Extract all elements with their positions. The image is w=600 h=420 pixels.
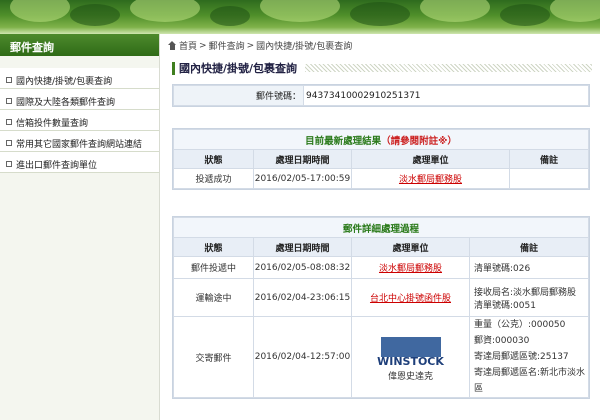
detail-status: 交寄郵件 xyxy=(173,316,254,398)
detail-status: 郵件投遞中 xyxy=(173,256,254,279)
latest-datetime: 2016/02/05-17:00:59 xyxy=(253,168,352,189)
sidebar-item-label: 信箱投件數量查詢 xyxy=(16,118,89,129)
sidebar-item-foreign-links[interactable]: 常用其它國家郵件查詢網站連結 xyxy=(0,131,159,152)
latest-result-note[interactable]: （請參閱附註※） xyxy=(381,136,457,147)
watermark-sub: 偉恩史達克 xyxy=(387,372,433,382)
table-row: 運輸途中 2016/02/04-23:06:15 台北中心掛號函件股 接收局名:… xyxy=(173,278,589,317)
col-header-unit: 處理單位 xyxy=(351,237,470,257)
detail-datetime: 2016/02/04-12:57:00 xyxy=(253,316,352,398)
sidebar-item-import-export[interactable]: 進出口郵件查詢單位 xyxy=(0,152,159,173)
breadcrumb-separator: > xyxy=(199,40,207,51)
detail-status: 運輸途中 xyxy=(173,278,254,317)
home-icon xyxy=(168,41,177,50)
detail-datetime: 2016/02/05-08:08:32 xyxy=(253,256,352,279)
detail-remark-line: 寄達局郵遞區號:25137 xyxy=(474,352,569,362)
detail-unit-link[interactable]: 台北中心掛號函件股 xyxy=(370,294,451,304)
detail-remark: 清單號碼:026 xyxy=(469,256,589,279)
latest-result-row: 投遞成功 2016/02/05-17:00:59 淡水郵局郵務股 xyxy=(173,168,589,189)
mail-number-label: 郵件號碼： xyxy=(173,85,304,106)
top-banner xyxy=(0,0,600,34)
col-header-remark: 備註 xyxy=(469,237,589,257)
detail-unit-link[interactable]: 淡水郵局郵務股 xyxy=(379,264,442,274)
breadcrumb-home[interactable]: 首頁 xyxy=(179,39,197,52)
detail-unit-cell: WINSTOCK 偉恩史達克 xyxy=(351,316,470,398)
sidebar-menu: 國內快捷/掛號/包裹查詢 國際及大陸各類郵件查詢 信箱投件數量查詢 常用其它國家… xyxy=(0,68,159,173)
detail-remark-line: 重量（公克）:000050 xyxy=(474,320,566,330)
page-title-text: 國內快捷/掛號/包裹查詢 xyxy=(179,62,298,75)
col-header-status: 狀態 xyxy=(173,149,254,169)
col-header-status: 狀態 xyxy=(173,237,254,257)
col-header-unit: 處理單位 xyxy=(351,149,510,169)
title-hatch-decoration xyxy=(305,64,592,72)
square-bullet-icon xyxy=(6,161,12,167)
latest-status: 投遞成功 xyxy=(173,168,254,189)
breadcrumb-level2: 國內快捷/掛號/包裹查詢 xyxy=(256,42,353,52)
col-header-datetime: 處理日期時間 xyxy=(253,149,352,169)
detail-datetime: 2016/02/04-23:06:15 xyxy=(253,278,352,317)
col-header-datetime: 處理日期時間 xyxy=(253,237,352,257)
table-row: 郵件投遞中 2016/02/05-08:08:32 淡水郵局郵務股 清單號碼:0… xyxy=(173,256,589,279)
detail-remark: 重量（公克）:000050 郵資:000030 寄達局郵遞區號:25137 寄達… xyxy=(469,316,589,398)
breadcrumb-level1[interactable]: 郵件查詢 xyxy=(209,39,245,52)
sidebar: 郵件查詢 國內快捷/掛號/包裹查詢 國際及大陸各類郵件查詢 信箱投件數量查詢 常… xyxy=(0,34,160,420)
sidebar-title: 郵件查詢 xyxy=(0,34,159,56)
detail-remark-line: 寄達局郵遞區名:新北市淡水區 xyxy=(474,368,586,394)
breadcrumb-separator: > xyxy=(246,40,255,51)
main-content: 首頁 > 郵件查詢 > 國內快捷/掛號/包裹查詢 國內快捷/掛號/包裹查詢 郵件… xyxy=(168,34,600,420)
sidebar-item-mailbox-count[interactable]: 信箱投件數量查詢 xyxy=(0,110,159,131)
detail-remark-line: 郵資:000030 xyxy=(474,336,530,346)
latest-result-title: 目前最新處理結果（請參閱附註※） xyxy=(173,129,589,150)
winstock-watermark-logo: WINSTOCK 偉恩史達克 xyxy=(371,333,451,383)
square-bullet-icon xyxy=(6,119,12,125)
latest-remark xyxy=(509,168,589,189)
sidebar-item-label: 國內快捷/掛號/包裹查詢 xyxy=(16,76,113,87)
detail-remark-line: 清單號碼:0051 xyxy=(474,300,536,311)
detail-remark: 接收局名:淡水郵局郵務股 清單號碼:0051 xyxy=(469,278,589,317)
mail-number-panel: 郵件號碼： 94373410002910251371 xyxy=(172,84,590,107)
breadcrumb: 首頁 > 郵件查詢 > 國內快捷/掛號/包裹查詢 xyxy=(168,39,352,52)
sidebar-item-domestic-tracking[interactable]: 國內快捷/掛號/包裹查詢 xyxy=(0,68,159,89)
sidebar-item-label: 國際及大陸各類郵件查詢 xyxy=(16,97,116,108)
title-accent-bar xyxy=(172,61,175,75)
sidebar-item-international-tracking[interactable]: 國際及大陸各類郵件查詢 xyxy=(0,89,159,110)
square-bullet-icon xyxy=(6,98,12,104)
sidebar-item-label: 進出口郵件查詢單位 xyxy=(16,160,98,171)
mail-number-value: 94373410002910251371 xyxy=(303,85,589,106)
watermark-brand: WINSTOCK xyxy=(377,355,444,368)
square-bullet-icon xyxy=(6,140,12,146)
latest-result-title-text: 目前最新處理結果 xyxy=(305,135,382,147)
detail-remark-line: 接收局名:淡水郵局郵務股 xyxy=(474,287,577,298)
page-title: 國內快捷/掛號/包裹查詢 xyxy=(172,60,592,76)
col-header-remark: 備註 xyxy=(509,149,589,169)
sidebar-item-label: 常用其它國家郵件查詢網站連結 xyxy=(16,139,143,150)
detail-process-panel: 郵件詳細處理過程 狀態 處理日期時間 處理單位 備註 郵件投遞中 2016/02… xyxy=(172,216,590,399)
latest-unit-link[interactable]: 淡水郵局郵務股 xyxy=(399,175,462,185)
table-row: 交寄郵件 2016/02/04-12:57:00 WINSTOCK 偉恩史達克 … xyxy=(173,316,589,398)
watermark-shape xyxy=(380,337,441,357)
detail-process-title: 郵件詳細處理過程 xyxy=(173,217,589,238)
square-bullet-icon xyxy=(6,77,12,83)
latest-result-panel: 目前最新處理結果（請參閱附註※） 狀態 處理日期時間 處理單位 備註 投遞成功 … xyxy=(172,128,590,190)
